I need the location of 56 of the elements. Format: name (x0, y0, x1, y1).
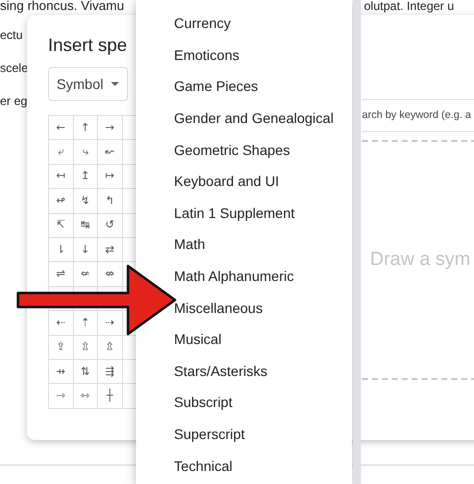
symbol[interactable]: ↰ (105, 194, 114, 207)
symbol[interactable]: ⇿ (80, 390, 90, 402)
category-dropdown[interactable]: Symbol (48, 67, 128, 101)
symbol[interactable]: ⇬ (105, 341, 114, 354)
dialog-title: Insert spe (48, 34, 128, 57)
symbol[interactable]: ⇅ (80, 366, 90, 378)
symbol[interactable]: ⇶ (105, 366, 114, 378)
symbol[interactable]: ⤷ (82, 146, 88, 158)
search-field[interactable]: arch by keyword (e.g. a (362, 99, 474, 132)
menu-item[interactable]: Geometric Shapes (136, 134, 352, 166)
menu-item[interactable]: Stars/Asterisks (136, 356, 352, 388)
symbol[interactable]: ⇠ (56, 316, 66, 329)
menu-item[interactable]: Emoticons (136, 40, 352, 72)
symbol[interactable]: ← (56, 122, 66, 134)
symbol[interactable]: ┼ (106, 390, 114, 402)
symbol[interactable]: ↸ (56, 219, 66, 232)
symbol[interactable]: ↦ (105, 170, 114, 182)
document-text: scele (0, 60, 28, 77)
symbol[interactable]: ⇡ (80, 316, 90, 329)
symbol[interactable]: ↺ (105, 219, 114, 232)
symbol[interactable]: ⇍ (80, 268, 90, 280)
document-text: sing rhoncus. Vivamu (0, 0, 124, 15)
menu-item[interactable]: Subscript (136, 387, 352, 419)
document-text: ectu (0, 27, 23, 44)
symbol[interactable]: ↑ (80, 122, 90, 134)
symbol[interactable]: → (105, 122, 114, 134)
document-text: er eg (0, 93, 28, 110)
symbol[interactable]: ⇫ (80, 341, 90, 354)
scrollbar[interactable] (353, 0, 361, 484)
symbol[interactable]: ↓ (80, 244, 90, 256)
document-text: olutpat. Integer u (364, 0, 454, 15)
symbol[interactable]: ⇄ (105, 244, 114, 256)
menu-item[interactable]: Keyboard and UI (136, 166, 352, 198)
menu-item[interactable]: Musical (136, 324, 352, 356)
symbol[interactable]: ⇾ (56, 390, 66, 402)
symbol[interactable]: ↜ (105, 146, 114, 158)
symbol[interactable]: ⇎ (105, 268, 114, 280)
menu-item[interactable]: Technical (136, 450, 352, 482)
symbol[interactable]: ⇢ (105, 316, 114, 329)
menu-item[interactable]: Game Pieces (136, 71, 352, 103)
symbol[interactable]: ↫ (56, 194, 66, 207)
symbol[interactable]: ↥ (80, 170, 90, 182)
symbol[interactable]: ↹ (80, 219, 90, 232)
symbol[interactable]: ⤶ (58, 146, 64, 158)
symbol[interactable]: ⇸ (56, 366, 66, 378)
symbol[interactable]: ⇪ (56, 341, 66, 354)
symbol[interactable]: ↯ (80, 194, 90, 207)
symbol[interactable]: ⇂ (56, 244, 66, 256)
symbol[interactable]: ↤ (56, 170, 66, 182)
caret-icon (111, 82, 120, 86)
menu-item[interactable]: Latin 1 Supplement (136, 198, 352, 230)
menu-item[interactable]: Superscript (136, 418, 352, 450)
menu-item[interactable]: Math (136, 229, 352, 261)
menu-item[interactable]: Gender and Genealogical (136, 102, 352, 134)
menu-item[interactable]: Currency (136, 8, 352, 40)
symbol[interactable]: ⇌ (56, 268, 66, 280)
